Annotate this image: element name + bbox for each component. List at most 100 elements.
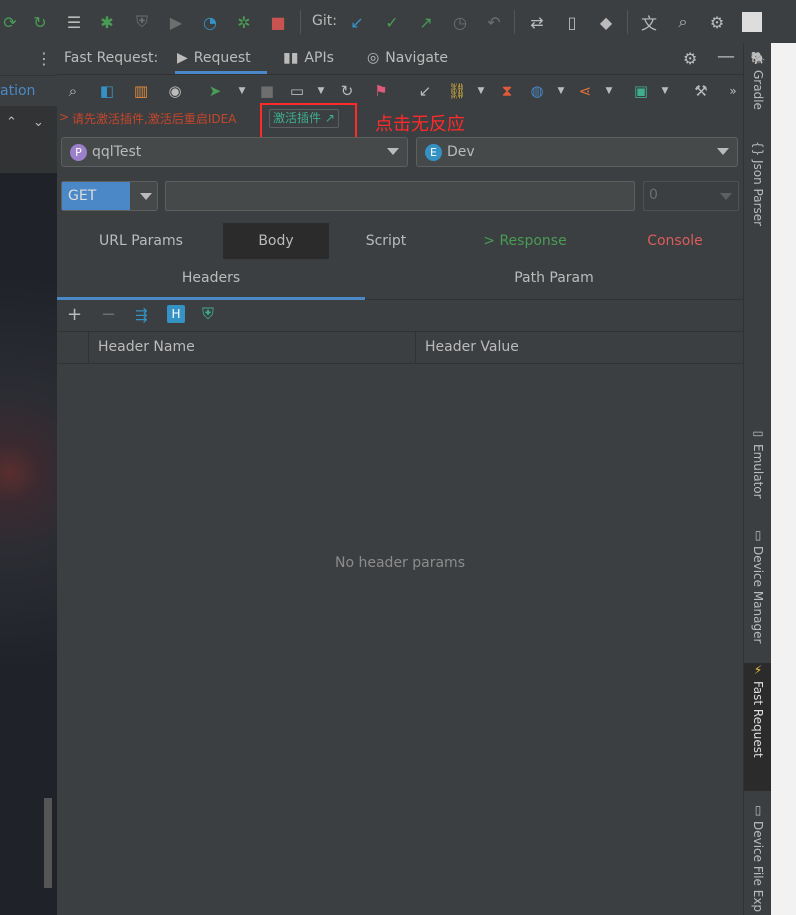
chevron-down-icon	[387, 148, 399, 155]
chevron-up-icon[interactable]: ⌃	[6, 115, 17, 130]
tab-url-params[interactable]: URL Params	[85, 223, 197, 259]
toggle-icon[interactable]: ◧	[97, 81, 117, 101]
tab-path-param[interactable]: Path Param	[365, 260, 743, 300]
send-dropdown-icon[interactable]: ▼	[232, 81, 252, 101]
send-icon[interactable]: ➤	[205, 81, 225, 101]
table-header: Header Name Header Value	[57, 331, 743, 364]
env-badge: E	[425, 144, 442, 161]
tool-window-header: Fast Request: ▶ Request ▮▮ APIs ◎ Navigate …	[57, 43, 743, 75]
emulator-icon: ▭	[751, 426, 765, 440]
refresh-icon[interactable]: ⟳	[0, 12, 20, 32]
tab-navigate[interactable]: ◎ Navigate	[367, 43, 448, 74]
more-icon[interactable]: »	[723, 81, 743, 101]
project-select[interactable]: P qqlTest	[61, 137, 408, 167]
emulator-label: Emulator	[751, 444, 765, 499]
git-commit-icon[interactable]: ✓	[382, 12, 402, 32]
right-tool-strip: 🐘 Gradle {} Json Parser ▭ Emulator ▯ Device …	[743, 43, 772, 915]
history-icon[interactable]: ◷	[450, 12, 470, 32]
json-parser-tab[interactable]: {} Json Parser	[744, 141, 772, 241]
doc-icon[interactable]: ▣	[631, 81, 651, 101]
request-toolbar: ⌕ ◧ ▥ ◉ ➤ ▼ ■ ▭ ▼ ↻ ⚑ ↙ ⛓ ▼ ⧗ ◍ ▼ ⋖ ▼ ▣ …	[57, 75, 743, 108]
git-label: Git:	[312, 13, 337, 29]
annotation-text: 点击无反应	[375, 114, 465, 135]
git-push-icon[interactable]: ↗	[416, 12, 436, 32]
shield-icon[interactable]: ⛨	[202, 304, 214, 324]
link-dropdown-icon[interactable]: ▼	[471, 81, 491, 101]
share-icon[interactable]: ⋖	[575, 81, 595, 101]
sync-icon[interactable]: ⇄	[527, 12, 547, 32]
minimize-icon[interactable]: —	[717, 46, 735, 67]
rollback-icon[interactable]: ↶	[484, 12, 504, 32]
tab-response[interactable]: > Response	[467, 223, 583, 259]
url-input[interactable]	[165, 181, 635, 211]
layout-dropdown-icon[interactable]: ▼	[311, 81, 331, 101]
clean-icon[interactable]: ⚑	[371, 81, 391, 101]
package-icon[interactable]: ◆	[596, 12, 616, 32]
list-icon[interactable]: ☰	[64, 12, 84, 32]
column-header-name[interactable]: Header Name	[98, 339, 195, 355]
emulator-tab[interactable]: ▭ Emulator	[744, 426, 772, 511]
layout-icon[interactable]: ▭	[287, 81, 307, 101]
translate-icon[interactable]: 文	[639, 12, 659, 33]
tab-console[interactable]: Console	[629, 223, 721, 259]
redo-icon[interactable]: ↻	[337, 81, 357, 101]
avatar[interactable]	[742, 12, 762, 32]
device-file-label: Device File Exp	[751, 821, 765, 913]
column-header-value[interactable]: Header Value	[425, 339, 519, 355]
editor-left-strip: ⋮ ation ⌃ ⌄	[0, 43, 57, 915]
tab-body[interactable]: Body	[223, 223, 329, 259]
settings-icon[interactable]: ⚙	[683, 49, 697, 68]
github-dropdown-icon[interactable]: ▼	[551, 81, 571, 101]
gradle-label: Gradle	[751, 69, 765, 110]
share-dropdown-icon[interactable]: ▼	[599, 81, 619, 101]
stop-icon[interactable]: ■	[257, 81, 277, 101]
device-manager-icon: ▯	[751, 528, 765, 542]
tab-script[interactable]: Script	[353, 223, 419, 259]
h-icon[interactable]: H	[167, 305, 185, 323]
fast-request-label: Fast Request	[751, 681, 765, 758]
env-select[interactable]: E Dev	[416, 137, 738, 167]
link-icon[interactable]: ⛓	[447, 81, 467, 101]
empty-state: No header params	[335, 555, 465, 571]
run-icon[interactable]: ▶	[166, 12, 186, 32]
wrench-icon[interactable]: ⚒	[691, 81, 711, 101]
device-file-explorer-tab[interactable]: ▯ Device File Exp	[744, 803, 772, 915]
add-icon[interactable]: +	[67, 304, 82, 325]
timeout-select[interactable]: 0	[643, 181, 739, 211]
tab-apis[interactable]: ▮▮ APIs	[283, 43, 334, 74]
more-options-icon[interactable]: ⋮	[36, 49, 52, 68]
gradle-tab[interactable]: 🐘 Gradle	[744, 51, 772, 121]
doc-dropdown-icon[interactable]: ▼	[655, 81, 675, 101]
device-icon[interactable]: ▯	[562, 12, 582, 32]
request-icon: ▶	[177, 50, 188, 66]
left-tab-label[interactable]: ation	[0, 76, 57, 106]
stop-icon[interactable]: ■	[268, 12, 288, 32]
device-manager-tab[interactable]: ▯ Device Manager	[744, 528, 772, 653]
fast-request-tab[interactable]: ⚡ Fast Request	[744, 663, 772, 791]
scrollbar[interactable]	[44, 798, 52, 888]
hourglass-icon[interactable]: ⧗	[497, 81, 517, 101]
method-select[interactable]: GET	[61, 181, 158, 211]
coverage-icon[interactable]: ⛨	[132, 12, 152, 32]
gear-icon[interactable]: ⚙	[707, 12, 727, 32]
params-icon[interactable]: ▥	[131, 81, 151, 101]
tab-request[interactable]: ▶ Request	[175, 43, 267, 74]
tab-headers[interactable]: Headers	[57, 260, 365, 300]
import-icon[interactable]: ↙	[415, 81, 435, 101]
debug-icon[interactable]: ✱	[97, 12, 117, 32]
attach-debugger-icon[interactable]: ✲	[234, 12, 254, 32]
github-icon[interactable]: ◍	[527, 81, 547, 101]
braces-icon: {}	[751, 141, 765, 157]
chevron-down-icon[interactable]: ⌄	[33, 115, 44, 130]
profiler-icon[interactable]: ◔	[200, 12, 220, 32]
method-value: GET	[62, 182, 130, 210]
git-update-icon[interactable]: ↙	[347, 12, 367, 32]
remove-icon[interactable]: −	[101, 304, 116, 325]
search-icon[interactable]: ⌕	[673, 12, 693, 32]
bulk-edit-icon[interactable]: ⇶	[135, 306, 148, 324]
request-panel: > 请先激活插件,激活后重启IDEA 激活插件 ↗ 点击无反应 P qqlTes…	[57, 103, 743, 915]
rerun-icon[interactable]: ↻	[30, 12, 50, 32]
record-icon[interactable]: ◉	[165, 81, 185, 101]
search-icon[interactable]: ⌕	[63, 81, 83, 101]
json-parser-label: Json Parser	[751, 160, 765, 227]
